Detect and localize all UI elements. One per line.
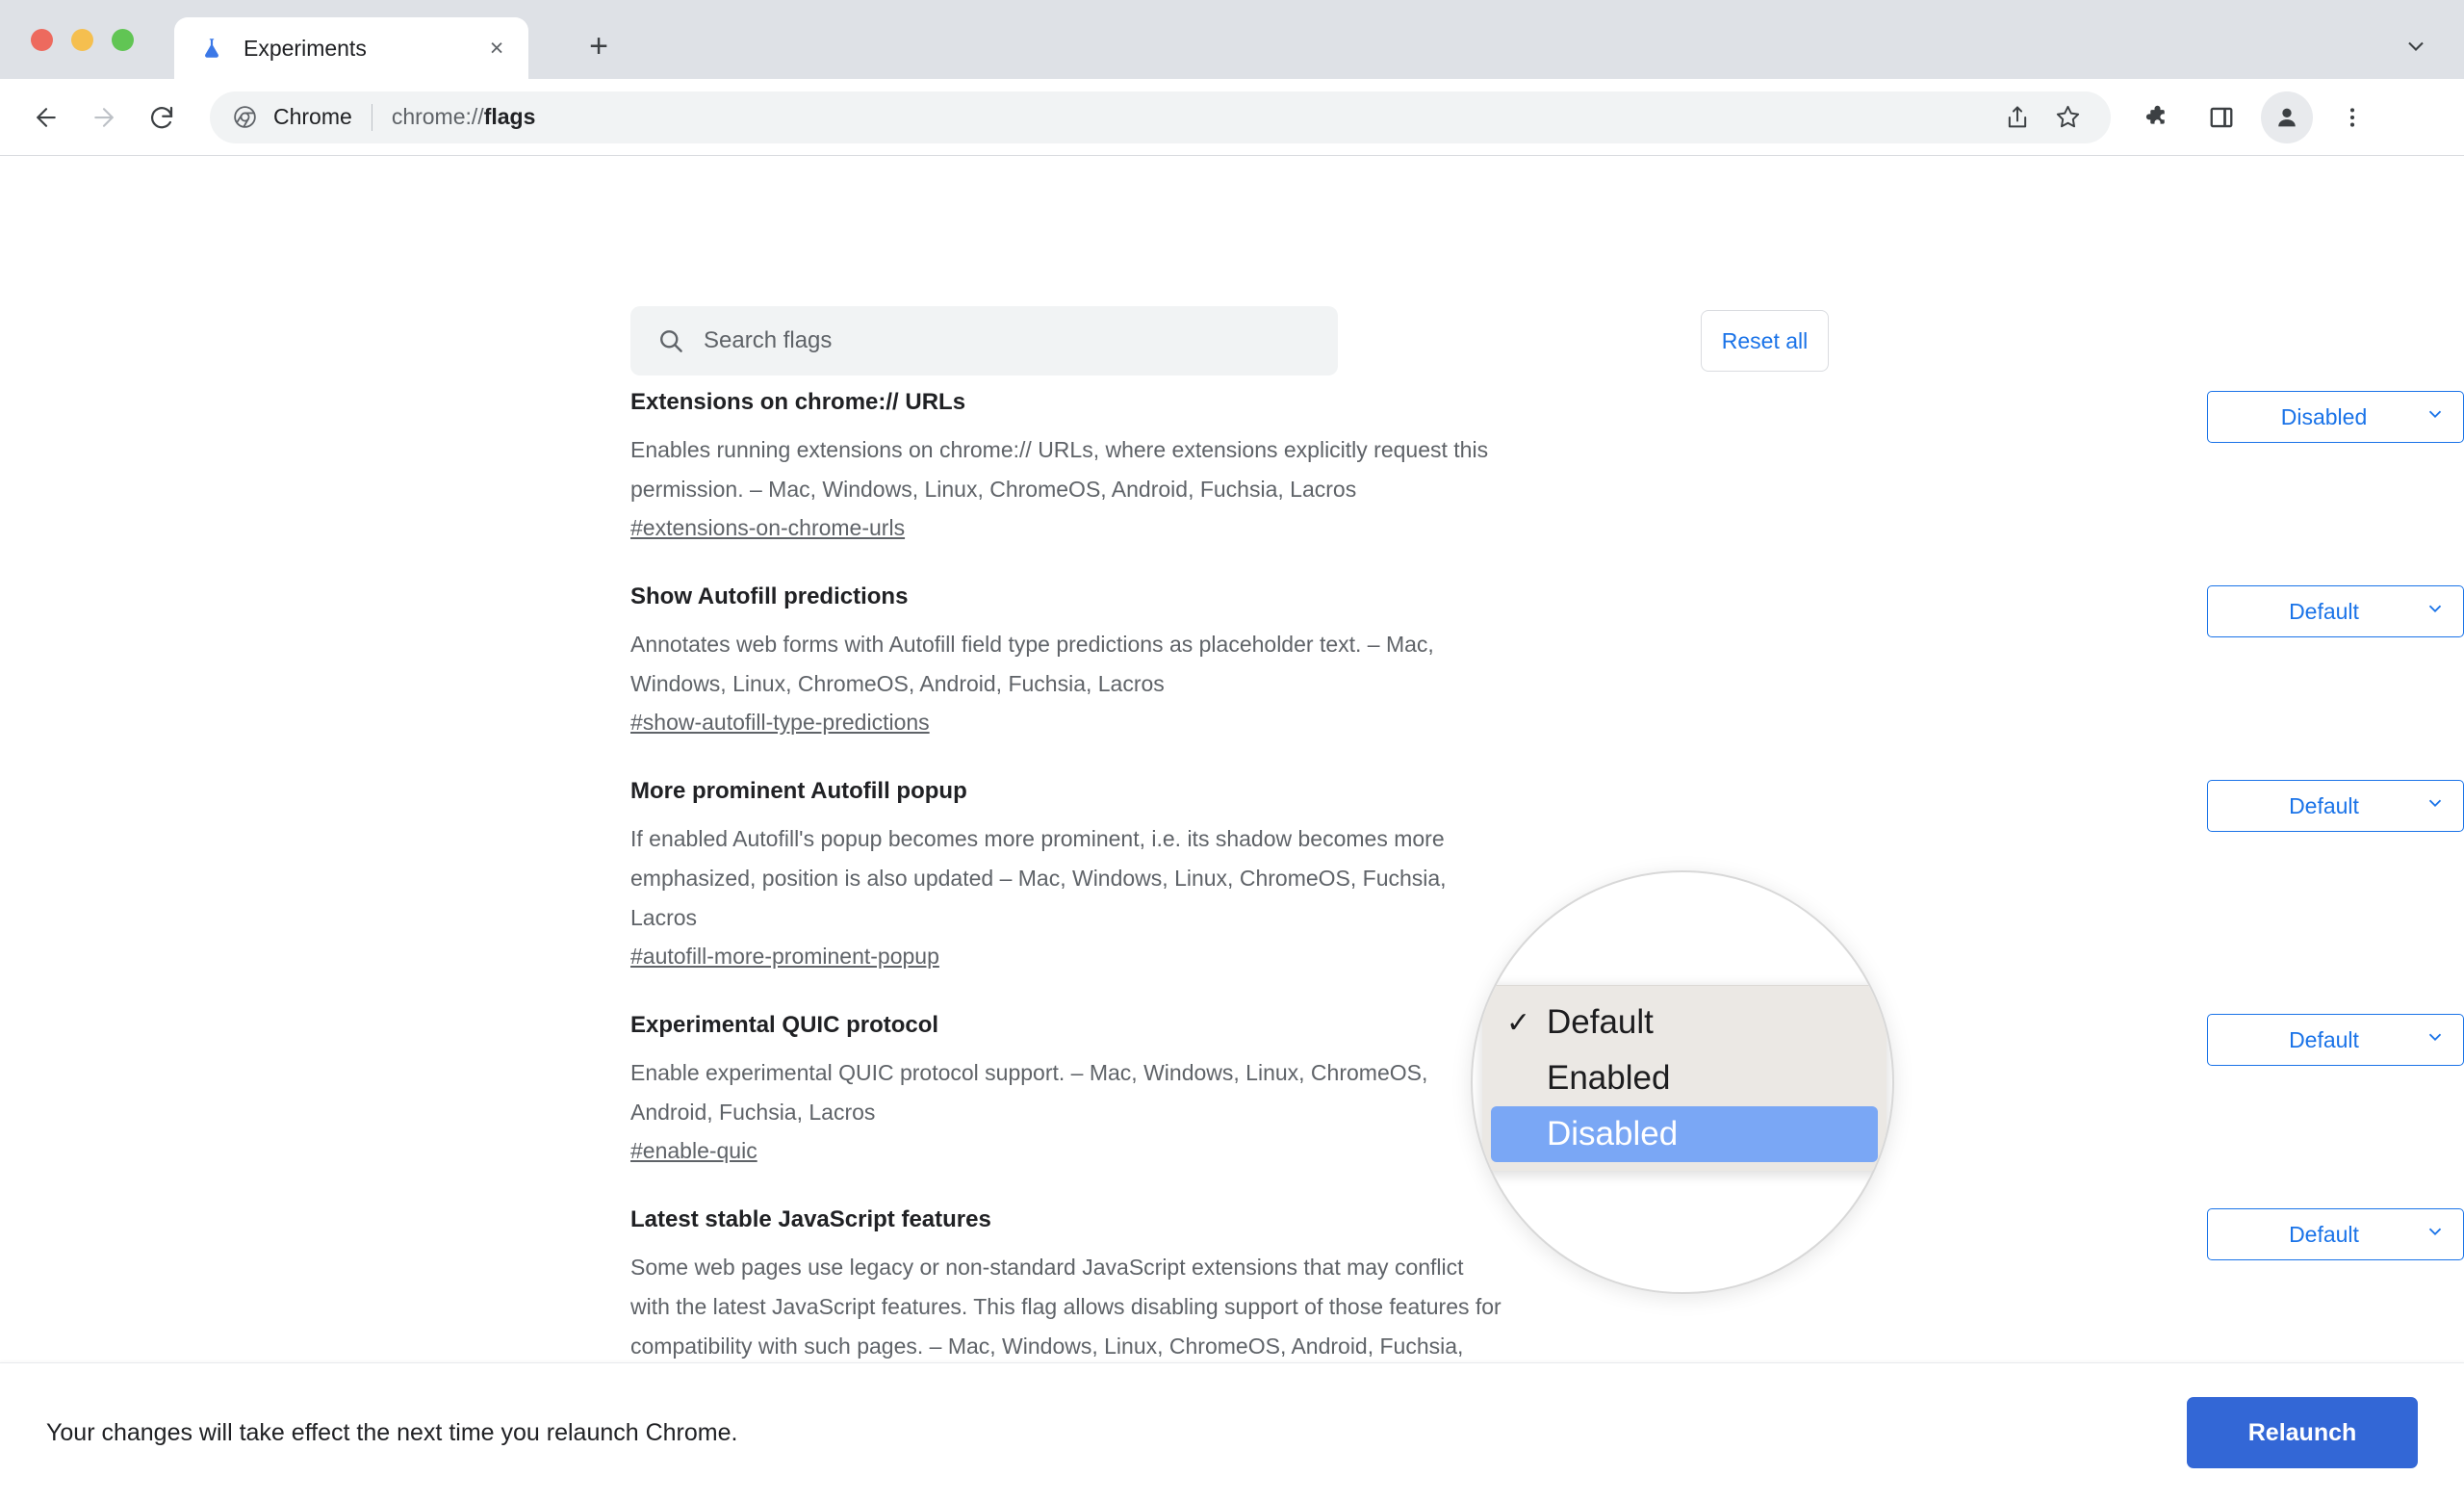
- flag-title: Latest stable JavaScript features: [630, 1206, 991, 1233]
- flag-text: Experimental QUIC protocol Enable experi…: [630, 1010, 1535, 1164]
- flag-row: More prominent Autofill popup If enabled…: [0, 776, 2464, 970]
- new-tab-button[interactable]: +: [578, 25, 620, 67]
- browser-tab[interactable]: Experiments ×: [174, 17, 528, 79]
- flag-anchor-link[interactable]: #show-autofill-type-predictions: [630, 710, 930, 736]
- search-input[interactable]: [704, 327, 1313, 354]
- flag-anchor-link[interactable]: #enable-quic: [630, 1138, 757, 1164]
- flag-list: Extensions on chrome:// URLs Enables run…: [0, 387, 2464, 1502]
- dropdown-option-default[interactable]: ✓ Default: [1491, 995, 1878, 1050]
- url-text: chrome://flags: [392, 104, 536, 130]
- search-icon: [655, 325, 686, 356]
- flag-select-wrap: Default: [2207, 582, 2464, 638]
- maximize-window-button[interactable]: [112, 29, 134, 51]
- relaunch-button[interactable]: Relaunch: [2187, 1397, 2418, 1468]
- flag-description: Enables running extensions on chrome:// …: [630, 437, 1489, 503]
- tab-strip: Experiments × +: [0, 0, 2464, 79]
- back-arrow-icon[interactable]: [17, 89, 75, 146]
- browser-toolbar: Chrome chrome://flags: [0, 79, 2464, 156]
- window-traffic-lights: [31, 29, 134, 51]
- dropdown-option-enabled[interactable]: Enabled: [1491, 1050, 1878, 1106]
- close-window-button[interactable]: [31, 29, 53, 51]
- flag-select-wrap: Default: [2207, 1010, 2464, 1067]
- flag-text: Extensions on chrome:// URLs Enables run…: [630, 387, 1535, 541]
- share-icon[interactable]: [1995, 95, 2040, 140]
- chevron-down-icon: [2425, 1221, 2446, 1248]
- url-prefix: chrome://: [391, 104, 484, 129]
- flags-page: Reset all Extensions on chrome:// URLs E…: [0, 156, 2464, 1502]
- flag-title: Extensions on chrome:// URLs: [630, 389, 966, 415]
- flag-value-label: Default: [2289, 1221, 2359, 1247]
- star-icon[interactable]: [2045, 95, 2090, 140]
- browser-window: Experiments × + Chrome chrome://flags Se…: [0, 0, 2464, 1502]
- flag-title: Show Autofill predictions: [630, 583, 909, 610]
- flag-anchor-link[interactable]: #autofill-more-prominent-popup: [630, 944, 939, 970]
- flag-row: Show Autofill predictions Annotates web …: [0, 582, 2464, 736]
- magnifier-content: ✓ Default Enabled Disabled: [1473, 872, 1892, 1292]
- side-panel-icon[interactable]: [2195, 91, 2247, 143]
- chevron-down-icon: [2425, 403, 2446, 430]
- more-vertical-icon[interactable]: [2326, 91, 2378, 143]
- flag-value-select[interactable]: Default: [2207, 585, 2464, 638]
- forward-arrow-icon[interactable]: [75, 89, 133, 146]
- chevron-down-icon: [2425, 1026, 2446, 1053]
- reload-icon[interactable]: [133, 89, 191, 146]
- flag-value-select[interactable]: Default: [2207, 780, 2464, 833]
- flag-row: Experimental QUIC protocol Enable experi…: [0, 1010, 2464, 1164]
- chevron-down-icon: [2425, 598, 2446, 625]
- flag-text: Show Autofill predictions Annotates web …: [630, 582, 1535, 736]
- flag-description: If enabled Autofill's popup becomes more…: [630, 826, 1447, 931]
- flag-select-wrap: Default: [2207, 1204, 2464, 1261]
- flag-value-label: Disabled: [2280, 403, 2368, 429]
- flag-select-wrap: Disabled: [2207, 387, 2464, 443]
- address-bar[interactable]: Chrome chrome://flags: [210, 91, 2111, 143]
- search-flags-box[interactable]: [630, 306, 1338, 376]
- flag-anchor-link[interactable]: #extensions-on-chrome-urls: [630, 515, 905, 541]
- flag-value-select[interactable]: Default: [2207, 1014, 2464, 1067]
- flag-value-label: Default: [2289, 792, 2359, 818]
- flag-value-label: Default: [2289, 598, 2359, 624]
- flag-value-label: Default: [2289, 1026, 2359, 1052]
- native-select-dropdown[interactable]: ✓ Default Enabled Disabled: [1482, 985, 1886, 1171]
- flag-description: Annotates web forms with Autofill field …: [630, 632, 1434, 697]
- dropdown-option-label: Disabled: [1547, 1115, 1679, 1152]
- relaunch-message: Your changes will take effect the next t…: [46, 1418, 738, 1446]
- dropdown-option-label: Default: [1547, 1003, 1654, 1041]
- chrome-logo-icon: [231, 104, 258, 131]
- chevron-down-icon[interactable]: [2402, 33, 2429, 65]
- chevron-down-icon: [2425, 792, 2446, 819]
- tab-title: Experiments: [244, 35, 367, 61]
- extensions-icon[interactable]: [2130, 91, 2182, 143]
- dropdown-option-disabled[interactable]: Disabled: [1491, 1106, 1878, 1162]
- flask-icon: [199, 36, 224, 61]
- flag-text: More prominent Autofill popup If enabled…: [630, 776, 1535, 970]
- flag-title: More prominent Autofill popup: [630, 778, 967, 805]
- dropdown-option-label: Enabled: [1547, 1059, 1671, 1097]
- reset-all-button[interactable]: Reset all: [1701, 310, 1829, 372]
- minimize-window-button[interactable]: [71, 29, 93, 51]
- profile-avatar-icon[interactable]: [2261, 91, 2313, 143]
- url-path: flags: [483, 104, 536, 129]
- toolbar-icon-group: [2130, 91, 2378, 143]
- site-label: Chrome: [273, 104, 352, 129]
- flag-title: Experimental QUIC protocol: [630, 1012, 939, 1039]
- checkmark-icon: ✓: [1506, 1006, 1531, 1039]
- magnifier-loupe: ✓ Default Enabled Disabled: [1471, 870, 1894, 1294]
- flag-value-select[interactable]: Default: [2207, 1208, 2464, 1261]
- flag-row: Extensions on chrome:// URLs Enables run…: [0, 387, 2464, 541]
- omnibox-actions: [1995, 95, 2090, 140]
- flag-description: Enable experimental QUIC protocol suppor…: [630, 1060, 1428, 1126]
- close-icon[interactable]: ×: [480, 32, 513, 65]
- flag-select-wrap: Default: [2207, 776, 2464, 833]
- relaunch-bar: Your changes will take effect the next t…: [0, 1362, 2464, 1502]
- flag-value-select[interactable]: Disabled: [2207, 391, 2464, 443]
